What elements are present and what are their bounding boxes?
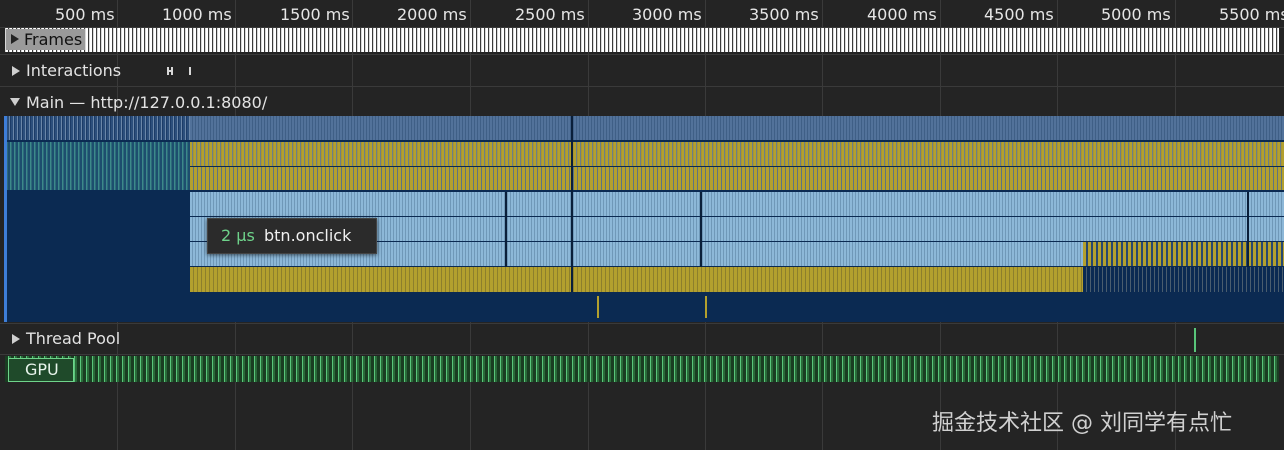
script-marker[interactable] <box>705 296 707 318</box>
ruler-tick-label: 3000 ms <box>632 5 702 24</box>
ruler-tick-label: 4000 ms <box>867 5 937 24</box>
gpu-track-header[interactable]: GPU <box>8 358 74 382</box>
task-row[interactable] <box>7 116 1284 140</box>
script-row[interactable] <box>190 167 1284 190</box>
thread-pool-track-label: Thread Pool <box>26 329 121 348</box>
ruler-tick-label: 3500 ms <box>749 5 819 24</box>
interactions-track-label: Interactions <box>26 61 122 80</box>
triangle-right-icon[interactable] <box>11 34 19 44</box>
ruler-tick-label: 500 ms <box>55 5 115 24</box>
gpu-track-label: GPU <box>25 360 59 379</box>
script-row[interactable] <box>190 142 1284 166</box>
ruler-tick-label: 4500 ms <box>984 5 1054 24</box>
task-boundary <box>1247 192 1249 267</box>
hover-tooltip: 2 µs btn.onclick <box>207 218 377 254</box>
triangle-right-icon[interactable] <box>12 334 20 344</box>
task-boundary <box>571 116 573 292</box>
gpu-track-strip[interactable] <box>5 356 1279 382</box>
ruler-tick-label: 1500 ms <box>280 5 350 24</box>
main-track-header[interactable]: Main — http://127.0.0.1:8080/ <box>0 87 1284 115</box>
tooltip-function-name: btn.onclick <box>264 226 352 245</box>
thread-pool-track[interactable]: Thread Pool <box>0 323 1284 355</box>
triangle-down-icon[interactable] <box>10 98 20 106</box>
function-row[interactable] <box>190 192 1284 216</box>
ruler-tick-label: 5000 ms <box>1101 5 1171 24</box>
time-ruler[interactable]: 500 ms 1000 ms 1500 ms 2000 ms 2500 ms 3… <box>0 0 1284 450</box>
call-row-dense[interactable] <box>7 142 190 190</box>
function-row[interactable] <box>1083 242 1284 266</box>
script-row[interactable] <box>1083 267 1284 292</box>
triangle-right-icon[interactable] <box>12 66 20 76</box>
tooltip-duration: 2 µs <box>221 226 255 245</box>
frames-track[interactable]: Frames <box>0 27 1284 55</box>
thread-pool-event[interactable] <box>1194 328 1196 352</box>
script-row[interactable] <box>190 267 1083 292</box>
ruler-tick-label: 2500 ms <box>515 5 585 24</box>
frames-track-header[interactable]: Frames <box>6 29 86 50</box>
task-boundary <box>700 192 702 267</box>
task-boundary <box>505 192 507 267</box>
ruler-tick-label: 2000 ms <box>397 5 467 24</box>
frames-strip[interactable] <box>5 28 1279 52</box>
frames-track-label: Frames <box>24 30 83 49</box>
ruler-tick-label: 1000 ms <box>162 5 232 24</box>
ruler-tick-label: 5500 ms <box>1219 5 1284 24</box>
task-row-dense[interactable] <box>7 116 190 140</box>
script-marker[interactable] <box>597 296 599 318</box>
main-flame-chart[interactable] <box>4 116 1284 322</box>
interaction-markers[interactable] <box>160 63 200 79</box>
interactions-track[interactable]: Interactions <box>0 55 1284 87</box>
watermark: 掘金技术社区 @ 刘同学有点忙 <box>932 411 1232 436</box>
main-track-label: Main — http://127.0.0.1:8080/ <box>26 93 268 112</box>
